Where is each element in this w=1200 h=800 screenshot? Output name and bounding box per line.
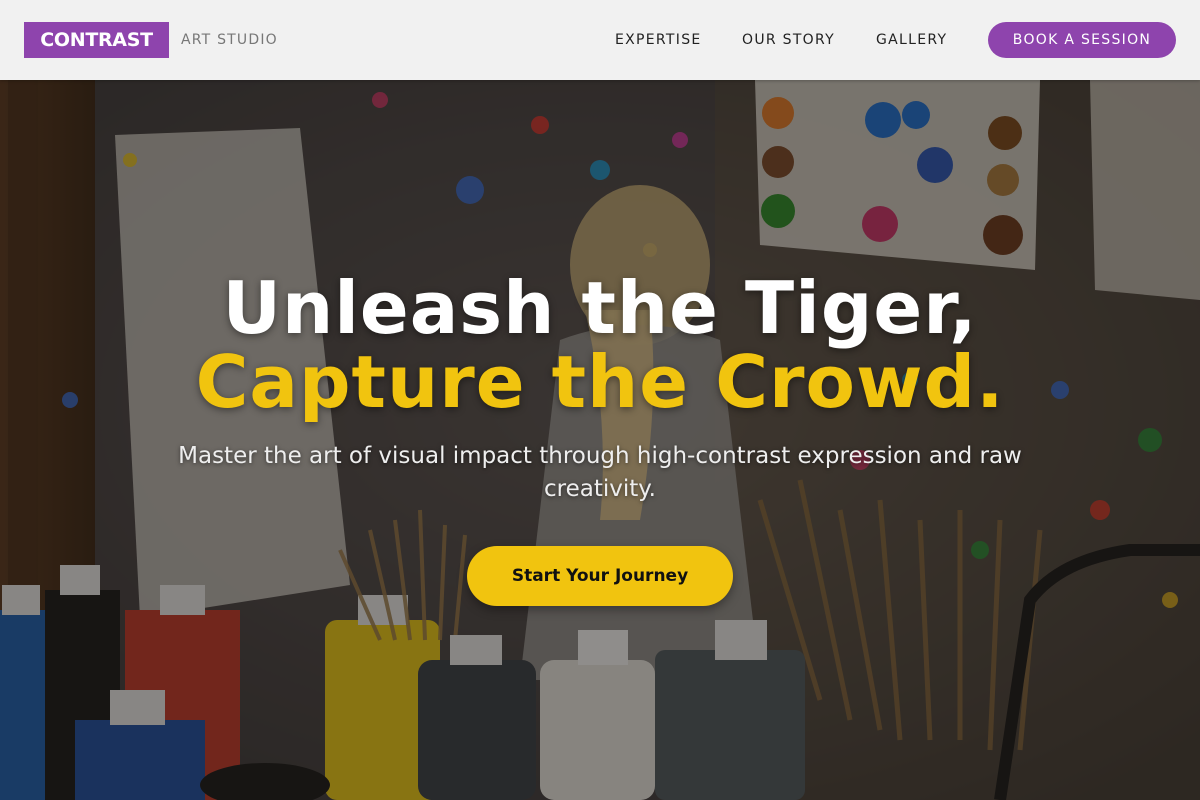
site-header: CONTRAST ART STUDIO EXPERTISE OUR STORY … <box>0 0 1200 80</box>
hero-headline-primary: Unleash the Tiger, <box>222 266 978 350</box>
hero-subtitle: Master the art of visual impact through … <box>178 443 1022 502</box>
brand-tagline: ART STUDIO <box>181 32 278 48</box>
nav-link-our-story[interactable]: OUR STORY <box>742 22 835 58</box>
hero-section: Unleash the Tiger, Capture the Crowd. Ma… <box>0 80 1200 800</box>
book-session-button[interactable]: BOOK A SESSION <box>988 22 1176 58</box>
nav-link-expertise[interactable]: EXPERTISE <box>615 22 702 58</box>
brand-logo[interactable]: CONTRAST <box>24 22 169 58</box>
hero-headline-accent: Capture the Crowd. <box>195 340 1005 424</box>
nav-link-gallery[interactable]: GALLERY <box>876 22 947 58</box>
landing-page: CONTRAST ART STUDIO EXPERTISE OUR STORY … <box>0 0 1200 800</box>
start-journey-button[interactable]: Start Your Journey <box>467 546 733 606</box>
hero-content: Unleash the Tiger, Capture the Crowd. Ma… <box>0 80 1200 800</box>
